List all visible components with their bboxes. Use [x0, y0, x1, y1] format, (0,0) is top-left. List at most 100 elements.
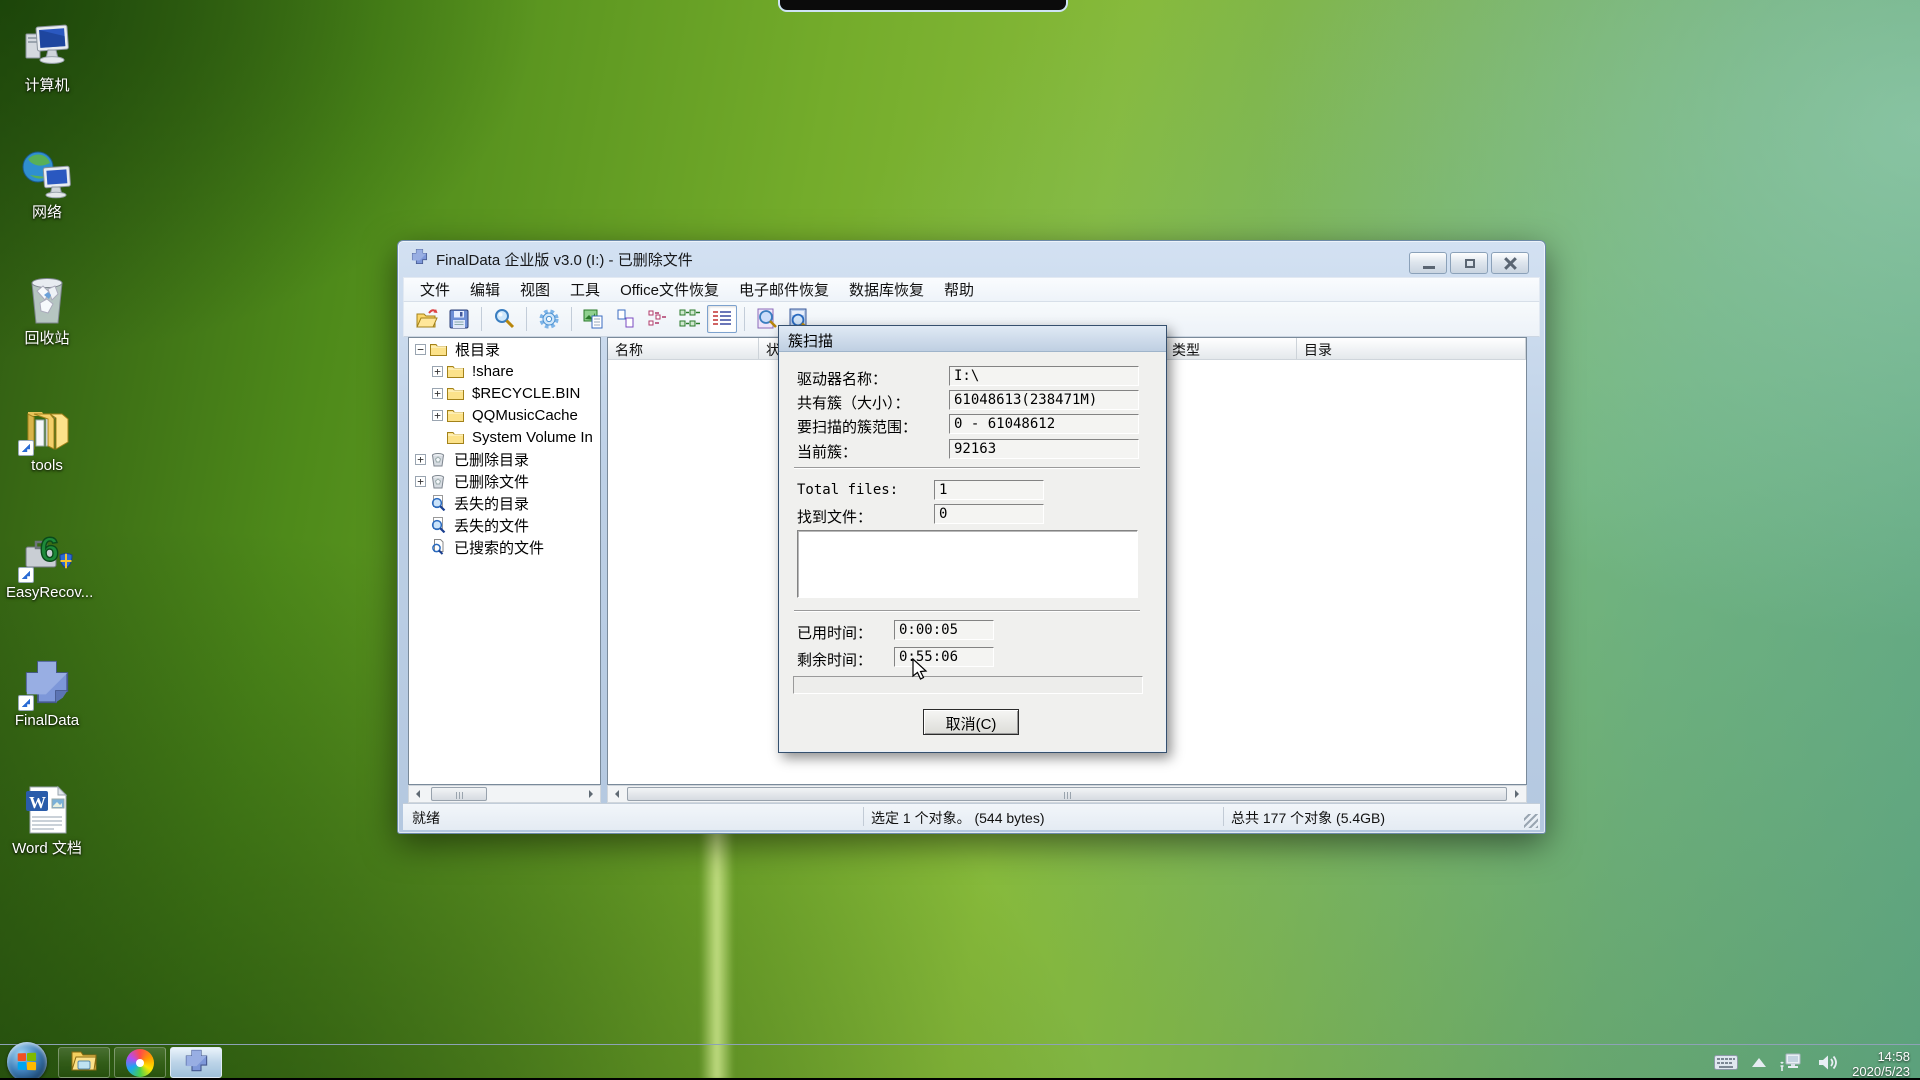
column-header-3[interactable]: 目录 [1297, 338, 1526, 359]
tree-item[interactable]: − 根目录 [409, 338, 600, 360]
list-hscrollbar[interactable] [607, 785, 1527, 803]
tree-item[interactable]: + 已删除目录 [409, 448, 600, 470]
vm-pulldown-tab[interactable] [778, 0, 1068, 12]
taskbar-explorer-button[interactable] [58, 1047, 110, 1078]
toolbar-details-view-icon[interactable] [707, 305, 737, 333]
taskbar-browser-button[interactable] [114, 1047, 166, 1078]
menu-item-1[interactable]: 编辑 [460, 277, 510, 302]
close-button[interactable] [1491, 252, 1529, 274]
resize-grip[interactable] [1524, 814, 1538, 828]
folder-tree-panel[interactable]: − 根目录 + !share + $RECYCLE.BIN + QQMusicCache Sys… [408, 337, 601, 785]
found-files-listbox[interactable] [797, 530, 1138, 598]
scroll-right-arrow[interactable] [1509, 786, 1526, 802]
toolbar-large-icons-view-icon[interactable] [579, 305, 609, 333]
tree-item[interactable]: 丢失的文件 [409, 514, 600, 536]
desktop-icon-tools-folder[interactable]: tools [6, 400, 88, 474]
network-icon [20, 147, 74, 201]
scroll-left-arrow[interactable] [409, 786, 426, 802]
tree-hscrollbar[interactable] [408, 785, 601, 803]
toolbar-separator [481, 307, 482, 331]
expand-toggle[interactable]: + [432, 409, 443, 421]
finaldata-icon [18, 655, 74, 711]
clock-date: 2020/5/23 [1852, 1063, 1910, 1079]
volume-tray-icon[interactable] [1818, 1054, 1838, 1071]
column-header-0[interactable]: 名称 [608, 338, 759, 359]
tree-item[interactable]: + !share [409, 360, 600, 382]
desktop-icon-network[interactable]: 网络 [6, 147, 88, 221]
tree-item-label: $RECYCLE.BIN [472, 384, 581, 402]
status-ready: 就绪 [412, 810, 440, 826]
recycle-icon [430, 452, 450, 467]
expand-toggle[interactable]: + [432, 365, 443, 377]
expand-toggle[interactable]: + [432, 387, 443, 399]
minimize-icon [1423, 266, 1435, 269]
tree-item[interactable]: 丢失的目录 [409, 492, 600, 514]
collapse-toggle[interactable]: − [415, 343, 426, 355]
toolbar-open-file-icon[interactable] [412, 305, 442, 333]
toolbar-search-icon[interactable] [489, 305, 519, 333]
dialog-title[interactable]: 簇扫描 [779, 326, 1166, 352]
network-tray-icon[interactable] [1780, 1053, 1804, 1072]
tree-item-label: System Volume In [472, 428, 593, 446]
toolbar-small-icons-view-icon[interactable] [611, 305, 641, 333]
menu-item-2[interactable]: 视图 [510, 277, 560, 302]
window-titlebar[interactable]: FinalData 企业版 v3.0 (I:) - 已删除文件 [398, 241, 1545, 277]
menu-item-3[interactable]: 工具 [560, 277, 610, 302]
desktop-icon-computer[interactable]: 计算机 [6, 20, 88, 94]
toolbar-list-view-icon[interactable] [643, 305, 673, 333]
desktop-icon-recycle-bin[interactable]: 回收站 [6, 273, 88, 347]
menu-item-0[interactable]: 文件 [410, 277, 460, 302]
searchdoc-icon [430, 517, 450, 533]
input-method-keyboard-icon[interactable] [1714, 1054, 1739, 1070]
windows-logo-icon [17, 1052, 37, 1072]
taskbar: 14:58 2020/5/23 [0, 1042, 1920, 1080]
tree-item[interactable]: 已搜索的文件 [409, 536, 600, 558]
start-button[interactable] [7, 1042, 47, 1080]
tree-item[interactable]: System Volume In [409, 426, 600, 448]
dialog-field-value: I:\ [949, 366, 1139, 386]
tree-item[interactable]: + $RECYCLE.BIN [409, 382, 600, 404]
tree-hscroll-thumb[interactable] [431, 787, 487, 801]
shortcut-arrow-icon [18, 567, 34, 583]
show-hidden-icons-button[interactable] [1752, 1057, 1767, 1067]
taskbar-finaldata-button[interactable] [170, 1047, 222, 1078]
toolbar-save-icon[interactable] [444, 305, 474, 333]
toolbar-tree-view-icon[interactable] [675, 305, 705, 333]
expand-toggle[interactable]: + [415, 475, 426, 487]
desktop-icon-easyrecovery[interactable]: 6 EasyRecov... [6, 527, 93, 601]
status-total: 总共 177 个对象 (5.4GB) [1231, 810, 1386, 826]
menu-item-7[interactable]: 帮助 [934, 277, 984, 302]
tree-item[interactable]: + QQMusicCache [409, 404, 600, 426]
desktop-icon-finaldata[interactable]: FinalData [6, 655, 88, 729]
tree-item-label: 已搜索的文件 [454, 539, 545, 557]
expand-toggle[interactable]: + [415, 453, 426, 465]
column-header-2[interactable]: 类型 [1165, 338, 1297, 359]
cancel-button[interactable]: 取消(C) [923, 709, 1019, 735]
list-hscroll-thumb[interactable] [627, 787, 1507, 801]
computer-icon [20, 20, 74, 74]
menu-item-5[interactable]: 电子邮件恢复 [729, 277, 839, 302]
clock-time: 14:58 [1877, 1048, 1910, 1064]
tree-item-label: 根目录 [455, 341, 501, 359]
taskbar-clock[interactable]: 14:58 2020/5/23 [1852, 1046, 1910, 1079]
desktop-icon-label: 网络 [31, 204, 62, 221]
folder-icon [447, 364, 468, 378]
scroll-left-arrow[interactable] [608, 786, 625, 802]
maximize-icon [1465, 259, 1475, 268]
word-doc-icon: W [20, 783, 74, 837]
toolbar-settings-gear-icon[interactable] [534, 305, 564, 333]
menu-item-4[interactable]: Office文件恢复 [610, 277, 729, 302]
tree-item[interactable]: + 已删除文件 [409, 470, 600, 492]
minimize-button[interactable] [1409, 252, 1447, 274]
window-title: FinalData 企业版 v3.0 (I:) - 已删除文件 [436, 251, 693, 269]
desktop-icon-word-doc[interactable]: W Word 文档 [6, 783, 88, 857]
maximize-button[interactable] [1450, 252, 1488, 274]
scroll-right-arrow[interactable] [583, 786, 600, 802]
searchdoc-icon [430, 495, 450, 511]
shortcut-arrow-icon [18, 695, 34, 711]
menu-item-6[interactable]: 数据库恢复 [839, 277, 934, 302]
mouse-cursor [912, 657, 929, 687]
browser-icon [126, 1048, 154, 1077]
recycle-icon [430, 474, 450, 489]
dialog-count-value: 0 [934, 504, 1044, 524]
